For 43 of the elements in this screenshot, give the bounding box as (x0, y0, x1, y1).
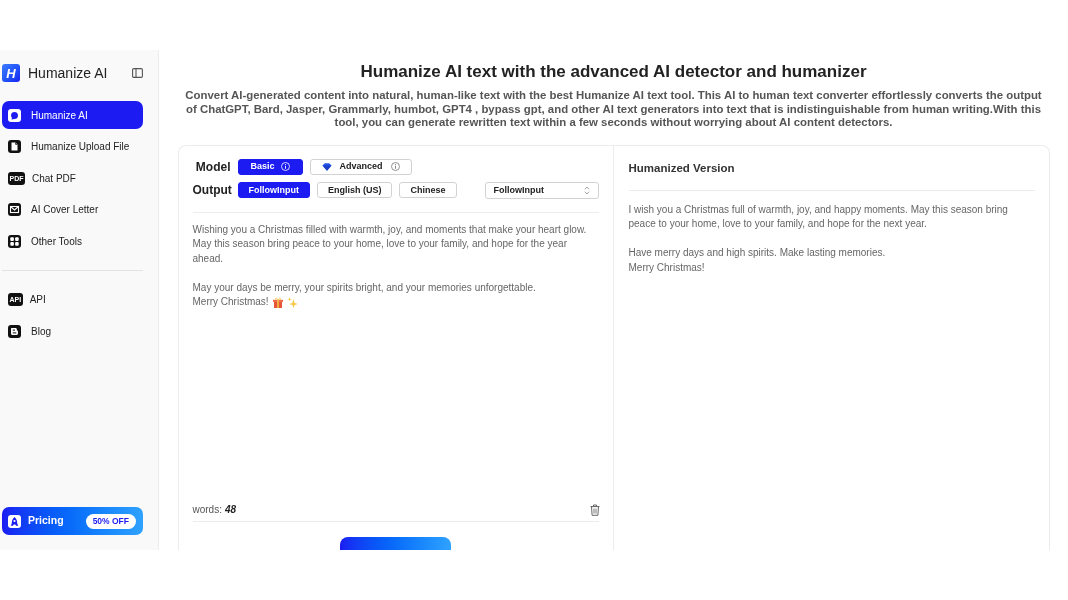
info-icon (280, 162, 290, 171)
language-select[interactable]: FollowInput (484, 181, 599, 199)
file-icon (8, 140, 21, 153)
option-button[interactable]: English (US) (317, 182, 393, 198)
nav-item[interactable]: AI Cover Letter (2, 195, 143, 224)
logo-mark: H (2, 64, 20, 82)
row-label: Output (192, 182, 231, 199)
pricing-button[interactable]: Pricing 50% OFF (2, 507, 143, 535)
trash-icon[interactable] (589, 503, 600, 516)
output-text: Merry Christmas! (628, 260, 706, 275)
discount-badge: 50% OFF (85, 513, 136, 529)
row-label: Model (194, 158, 231, 176)
option-button[interactable]: FollowInput (237, 182, 310, 198)
rocket-icon (8, 514, 21, 528)
sidebar-toggle-icon[interactable] (132, 68, 143, 78)
chevron-up-down-icon (583, 185, 590, 195)
option-button[interactable]: Advanced (309, 158, 412, 175)
word-count-label: words: (192, 503, 222, 517)
panel-title: Humanized Version (628, 160, 736, 175)
input-text: Merry Christmas! (192, 295, 269, 309)
grid-icon (8, 234, 21, 248)
output-text: I wish you a Christmas full of warmth, joy, and happy moments. May this season bring peace to your home, love to your family, and hope for the next year. (628, 202, 1009, 231)
info-icon (390, 162, 400, 171)
envelope-icon (8, 203, 21, 216)
sparkles-icon (286, 296, 298, 308)
action-button[interactable] (340, 537, 451, 550)
nav-item[interactable]: Other Tools (2, 227, 143, 255)
nav-item[interactable]: Humanize AI (2, 101, 143, 129)
page-title: Humanize AI text with the advanced AI detector and humanizer (360, 62, 867, 82)
nav-item[interactable]: Humanize Upload File (2, 132, 143, 161)
input-text: Wishing you a Christmas filled with warmth, joy, and moments that make your heart glow. May this season bring peace to your home, love to your family, and hope for the year ahead. (192, 222, 588, 266)
page-description: Convert AI-generated content into natural, human-like text with the best Humanize AI text tool. This AI to human text converter effortlessly converts the output of ChatGPT, Bard, Jasper, Grammarly, humbot, GPT4 , bypass gpt, and other AI text generators into text that is indistinguishable from human writing.With this tool, you can generate rewritten text within a few seconds without worrying about AI content detectors. (184, 89, 1043, 130)
input-text: May your days be merry, your spirits bright, and your memories unforgettable. (192, 280, 537, 295)
word-count: 48 (224, 503, 237, 517)
logo-text: Humanize AI (28, 63, 108, 83)
gift-icon (272, 296, 283, 308)
notes-icon (8, 324, 21, 338)
diamond-icon (321, 162, 332, 171)
output-text: Have merry days and high spirits. Make lasting memories. (628, 246, 887, 260)
chat-bubble-icon (8, 108, 21, 122)
option-button[interactable]: Basic (237, 158, 303, 175)
option-button[interactable]: Chinese (399, 182, 457, 198)
nav-item[interactable]: Blog (2, 317, 143, 345)
